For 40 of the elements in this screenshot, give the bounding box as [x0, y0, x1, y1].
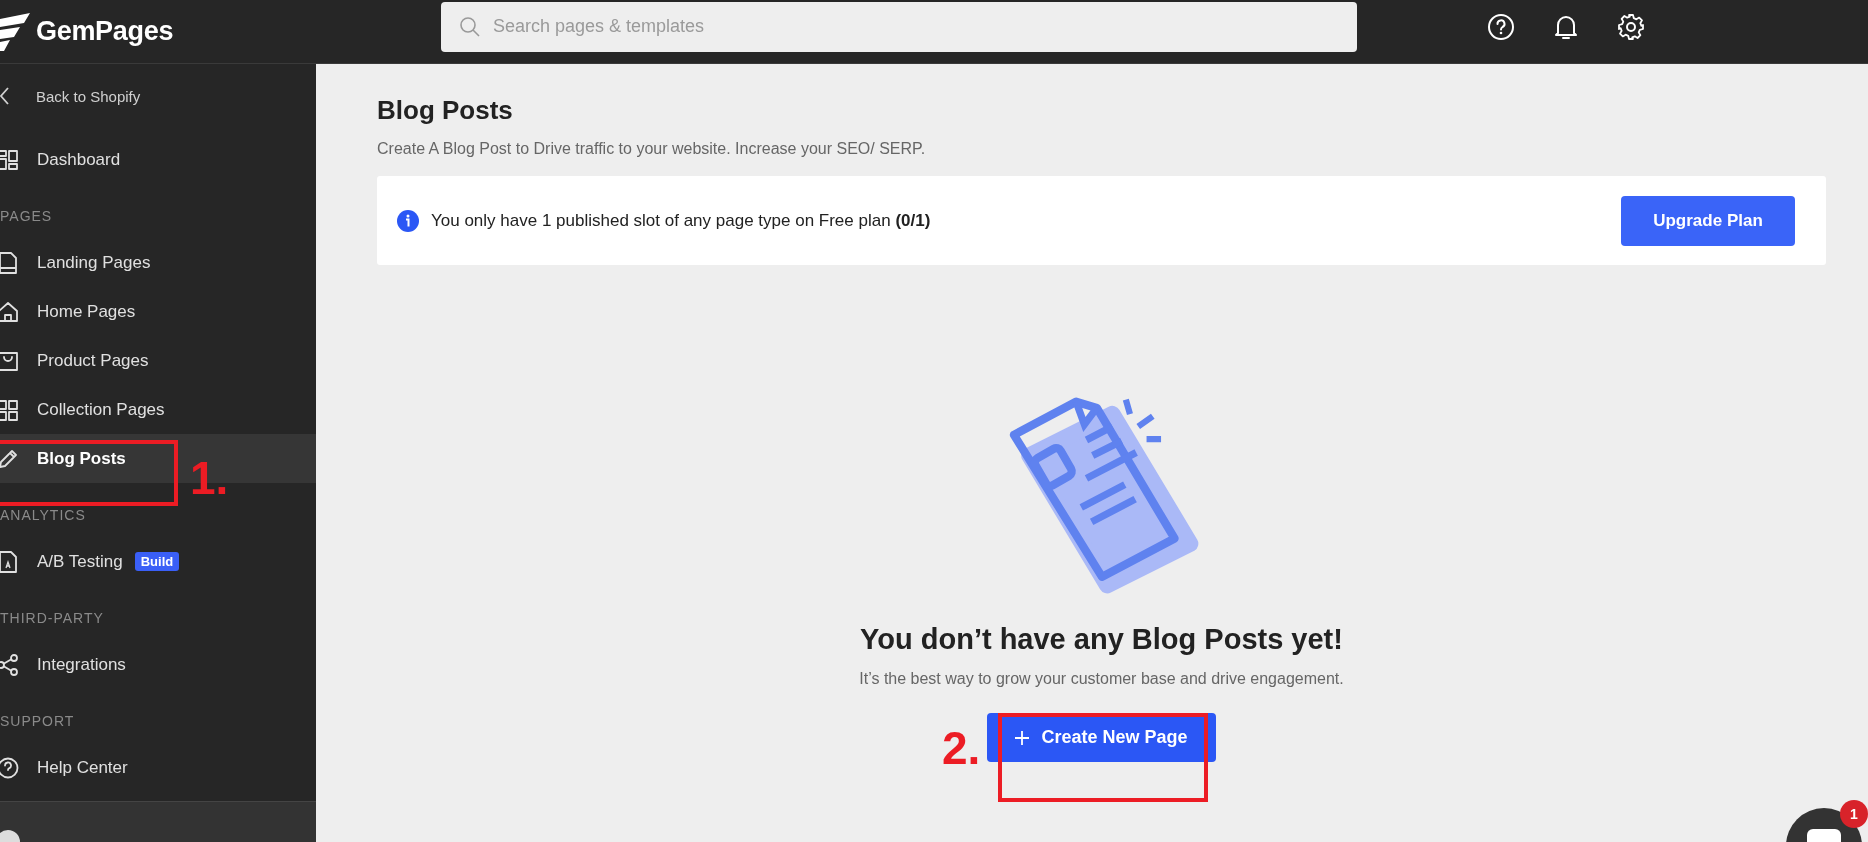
sidebar-item[interactable]: Integrations: [0, 640, 316, 689]
notification-badge: 1: [1840, 800, 1868, 828]
settings-icon[interactable]: [1617, 12, 1645, 41]
sidebar-item[interactable]: Product Pages: [0, 336, 316, 385]
build-badge: Build: [134, 552, 180, 571]
grid-icon: [0, 398, 19, 421]
help-icon: [0, 756, 19, 779]
dashboard-icon: [0, 148, 19, 171]
sidebar-item[interactable]: Collection Pages: [0, 385, 316, 434]
search-icon: [459, 15, 481, 38]
sidebar-item[interactable]: Landing Pages: [0, 238, 316, 287]
chevron-left-icon: [0, 87, 10, 105]
ab-test-icon: [0, 550, 19, 573]
search-field[interactable]: Search pages & templates: [441, 1, 1357, 52]
page-subtitle: Create A Blog Post to Drive traffic to your website. Increase your SEO/ SERP.: [377, 140, 926, 158]
home-icon: [0, 300, 19, 323]
section-heading: SUPPORT: [0, 713, 75, 731]
bag-icon: [0, 349, 19, 372]
document-icon: [0, 251, 19, 274]
section-heading: PAGES: [0, 208, 53, 226]
sidebar-item[interactable]: Help Center: [0, 743, 316, 792]
info-icon: [397, 209, 419, 232]
section-heading: THIRD-PARTY: [0, 610, 104, 628]
upgrade-plan-button[interactable]: Upgrade Plan: [1621, 195, 1795, 246]
app-logo[interactable]: GemPages: [36, 16, 174, 47]
step-number: 2.: [942, 725, 981, 771]
plus-icon: [1015, 730, 1030, 745]
sidebar-item[interactable]: A/B Testing Build: [0, 537, 316, 586]
sidebar-item[interactable]: Home Pages: [0, 287, 316, 336]
logo-icon: [0, 12, 32, 51]
back-link[interactable]: Back to Shopify: [0, 81, 141, 111]
pencil-icon: [0, 447, 19, 470]
share-nodes-icon: [0, 653, 19, 676]
sidebar-item[interactable]: Dashboard: [0, 135, 316, 184]
help-icon[interactable]: [1487, 12, 1515, 41]
section-heading: ANALYTICS: [0, 507, 86, 525]
empty-state-heading: You don’t have any Blog Posts yet!: [860, 623, 1343, 656]
page-title: Blog Posts: [377, 95, 513, 126]
empty-state-text: It’s the best way to grow your customer base and drive engagement.: [859, 670, 1344, 688]
plan-notice-text: You only have 1 published slot of any page type on Free plan (0/1): [431, 210, 932, 231]
